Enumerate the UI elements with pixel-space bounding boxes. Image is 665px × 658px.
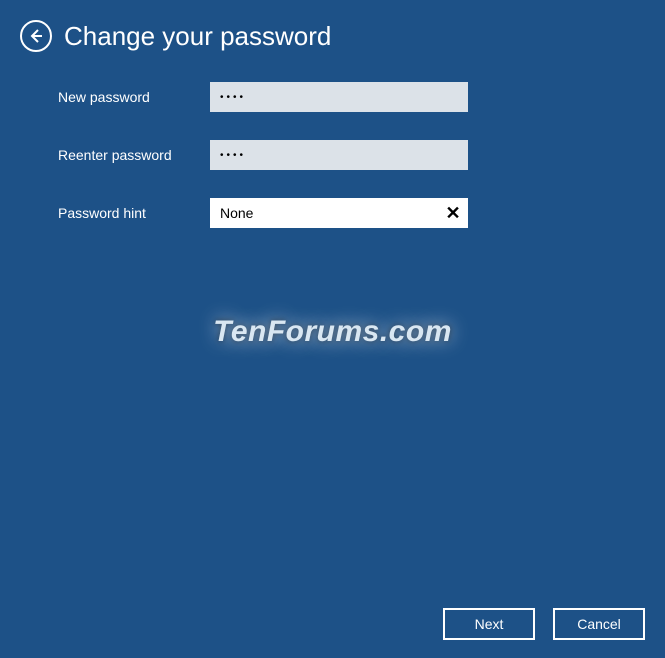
- password-hint-field: ✕: [210, 198, 468, 228]
- cancel-button[interactable]: Cancel: [553, 608, 645, 640]
- password-hint-label: Password hint: [58, 205, 210, 221]
- clear-hint-button[interactable]: ✕: [438, 198, 468, 228]
- page-title: Change your password: [64, 21, 331, 52]
- next-button[interactable]: Next: [443, 608, 535, 640]
- reenter-password-input[interactable]: [210, 140, 468, 170]
- new-password-label: New password: [58, 89, 210, 105]
- reenter-password-row: Reenter password: [58, 140, 665, 170]
- reenter-password-label: Reenter password: [58, 147, 210, 163]
- password-hint-row: Password hint ✕: [58, 198, 665, 228]
- close-icon: ✕: [445, 203, 460, 224]
- password-form: New password Reenter password Password h…: [0, 62, 665, 228]
- footer-actions: Next Cancel: [443, 608, 645, 640]
- new-password-input[interactable]: [210, 82, 468, 112]
- arrow-left-icon: [28, 28, 44, 44]
- password-hint-input[interactable]: [210, 198, 438, 228]
- header: Change your password: [0, 0, 665, 62]
- back-button[interactable]: [20, 20, 52, 52]
- new-password-row: New password: [58, 82, 665, 112]
- watermark-text: TenForums.com: [213, 315, 452, 349]
